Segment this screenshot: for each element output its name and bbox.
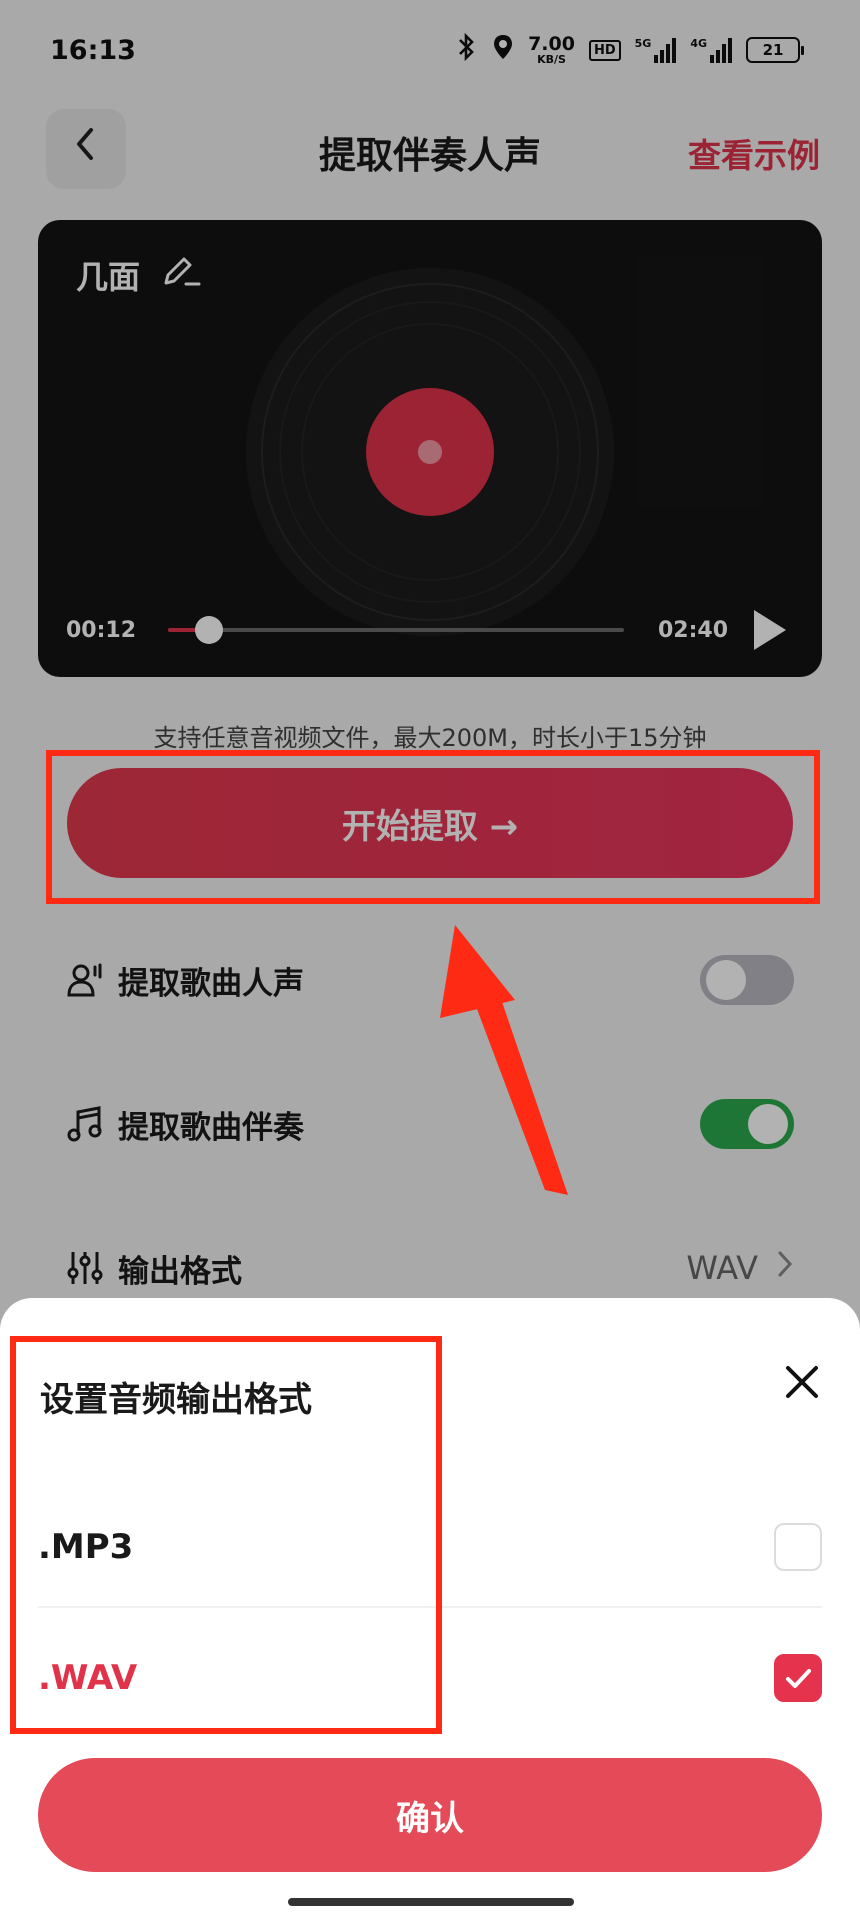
highlight-box-start: [46, 750, 820, 904]
checkbox-wav[interactable]: [774, 1654, 822, 1702]
highlight-box-formats: [10, 1336, 442, 1734]
checkbox-mp3[interactable]: [774, 1523, 822, 1571]
home-indicator[interactable]: [288, 1898, 574, 1906]
close-icon[interactable]: [784, 1364, 820, 1408]
confirm-button[interactable]: 确认: [38, 1758, 822, 1872]
